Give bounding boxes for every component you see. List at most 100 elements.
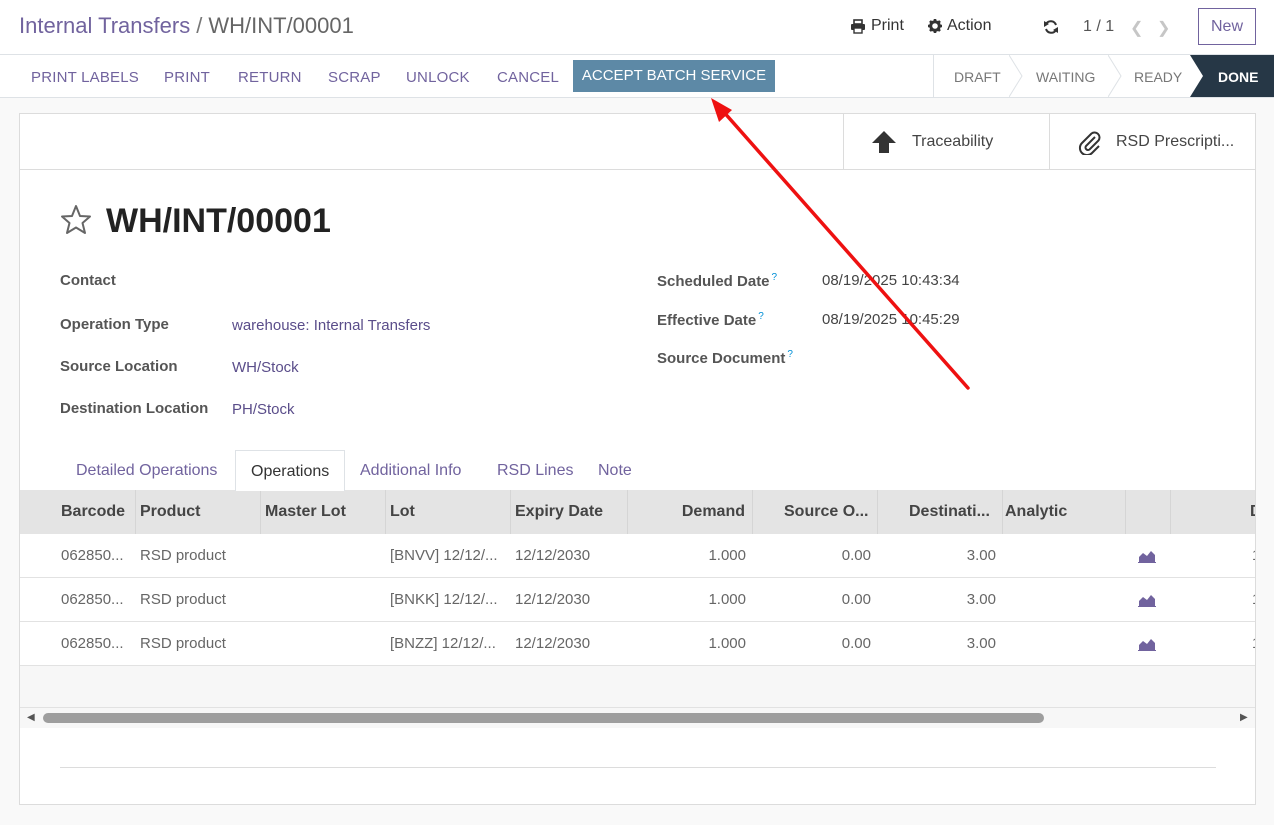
col-destination[interactable]: Destinati... (909, 503, 990, 521)
cell-source: 0.00 (841, 591, 871, 608)
chevron-right-icon[interactable]: ❯ (1157, 18, 1170, 38)
gear-icon (928, 19, 942, 33)
source-document-label: Source Document? (657, 349, 793, 367)
contact-label: Contact (60, 272, 116, 289)
cell-extra: 1 (1252, 635, 1255, 652)
effective-date-field[interactable]: 08/19/2025 10:45:29 (822, 311, 960, 328)
smart-button-box: Traceability RSD Prescripti... (20, 114, 1255, 170)
effective-date-label: Effective Date? (657, 311, 764, 329)
scrap-button[interactable]: SCRAP (328, 69, 381, 86)
rsd-prescription-label: RSD Prescripti... (1116, 132, 1235, 150)
breadcrumb-parent[interactable]: Internal Transfers (19, 13, 190, 38)
paperclip-icon (1078, 131, 1101, 155)
column-divider (260, 490, 261, 534)
cell-barcode: 062850... (61, 547, 124, 564)
col-analytic[interactable]: Analytic (1005, 503, 1067, 521)
table-footer (20, 666, 1255, 708)
return-button[interactable]: RETURN (238, 69, 302, 86)
arrow-up-icon (872, 130, 896, 153)
rsd-prescription-button[interactable]: RSD Prescripti... (1049, 114, 1255, 169)
cell-demand: 1.000 (708, 547, 746, 564)
col-source-owner[interactable]: Source O... (784, 503, 868, 521)
scheduled-date-field[interactable]: 08/19/2025 10:43:34 (822, 272, 960, 289)
cell-product: RSD product (140, 635, 226, 652)
pager-value[interactable]: 1 / 1 (1083, 18, 1114, 36)
col-expiry-date[interactable]: Expiry Date (515, 503, 603, 521)
print-icon (851, 18, 865, 34)
column-divider (1170, 490, 1171, 534)
area-chart-icon[interactable] (1138, 549, 1156, 563)
column-divider (510, 490, 511, 534)
destination-location-field[interactable]: PH/Stock (232, 401, 295, 418)
col-lot[interactable]: Lot (390, 503, 415, 521)
breadcrumb: Internal Transfers / WH/INT/00001 (19, 13, 354, 39)
table-row[interactable]: 062850... RSD product [BNZZ] 12/12/... 1… (20, 622, 1255, 666)
source-location-field[interactable]: WH/Stock (232, 359, 299, 376)
print-label: Print (871, 17, 904, 34)
new-button[interactable]: New (1198, 8, 1256, 45)
col-demand[interactable]: Demand (645, 503, 745, 521)
cancel-button[interactable]: CANCEL (497, 69, 559, 86)
column-divider (627, 490, 628, 534)
refresh-icon[interactable] (1043, 19, 1059, 35)
cell-source: 0.00 (841, 547, 871, 564)
tab-rsd-lines[interactable]: RSD Lines (497, 450, 573, 491)
tab-operations[interactable]: Operations (235, 450, 346, 491)
scroll-right-icon[interactable]: ▶ (1240, 712, 1248, 723)
col-barcode[interactable]: Barcode (61, 503, 125, 521)
record-title: WH/INT/00001 (106, 202, 331, 240)
horizontal-scrollbar[interactable]: ◀ ▶ (20, 708, 1255, 728)
chevron-left-icon[interactable]: ❮ (1130, 18, 1143, 38)
table-header: Barcode Product Master Lot Lot Expiry Da… (20, 490, 1255, 534)
control-panel: Internal Transfers / WH/INT/00001 Print Ac… (0, 0, 1274, 55)
cell-barcode: 062850... (61, 591, 124, 608)
state-waiting: WAITING (1036, 69, 1096, 85)
cell-lot: [BNVV] 12/12/... (390, 547, 498, 564)
state-divider (1108, 55, 1122, 97)
destination-location-label: Destination Location (60, 400, 209, 417)
col-extra[interactable]: D (1250, 503, 1255, 521)
cell-expiry: 12/12/2030 (515, 635, 591, 652)
cell-expiry: 12/12/2030 (515, 547, 591, 564)
status-pipeline: DRAFT WAITING READY DONE (933, 55, 1274, 97)
help-icon[interactable]: ? (758, 311, 764, 322)
print-labels-button[interactable]: PRINT LABELS (31, 69, 139, 86)
cell-source: 0.00 (841, 635, 871, 652)
unlock-button[interactable]: UNLOCK (406, 69, 470, 86)
scroll-left-icon[interactable]: ◀ (27, 712, 35, 723)
table-row[interactable]: 062850... RSD product [BNVV] 12/12/... 1… (20, 534, 1255, 578)
print-action-button[interactable]: PRINT (164, 69, 210, 86)
divider (60, 767, 1216, 768)
help-icon[interactable]: ? (772, 272, 778, 283)
state-draft: DRAFT (954, 69, 1001, 85)
cell-barcode: 062850... (61, 635, 124, 652)
table-row[interactable]: 062850... RSD product [BNKK] 12/12/... 1… (20, 578, 1255, 622)
breadcrumb-separator: / (196, 13, 203, 38)
form-sheet: Traceability RSD Prescripti... WH/INT/00… (19, 113, 1256, 805)
operation-type-field[interactable]: warehouse: Internal Transfers (232, 317, 430, 334)
scheduled-date-label: Scheduled Date? (657, 272, 777, 290)
area-chart-icon[interactable] (1138, 637, 1156, 651)
breadcrumb-current: WH/INT/00001 (208, 13, 354, 38)
cell-destination: 3.00 (966, 635, 996, 652)
cell-destination: 3.00 (966, 591, 996, 608)
col-product[interactable]: Product (140, 503, 200, 521)
scrollbar-thumb[interactable] (43, 713, 1044, 723)
cell-product: RSD product (140, 547, 226, 564)
accept-batch-service-button[interactable]: ACCEPT BATCH SERVICE (573, 60, 775, 92)
traceability-button[interactable]: Traceability (843, 114, 1050, 169)
area-chart-icon[interactable] (1138, 593, 1156, 607)
state-divider (1009, 55, 1023, 97)
traceability-label: Traceability (912, 132, 994, 150)
notebook-tabs: Detailed Operations Operations Additiona… (20, 450, 1255, 491)
tab-note[interactable]: Note (598, 450, 632, 491)
cell-product: RSD product (140, 591, 226, 608)
status-bar: PRINT LABELS PRINT RETURN SCRAP UNLOCK C… (0, 55, 1274, 98)
print-button[interactable]: Print (850, 17, 904, 35)
tab-detailed-operations[interactable]: Detailed Operations (76, 450, 217, 491)
col-master-lot[interactable]: Master Lot (265, 503, 346, 521)
help-icon[interactable]: ? (787, 349, 793, 360)
star-icon[interactable] (60, 204, 92, 236)
tab-additional-info[interactable]: Additional Info (360, 450, 461, 491)
action-button[interactable]: Action (928, 17, 991, 35)
